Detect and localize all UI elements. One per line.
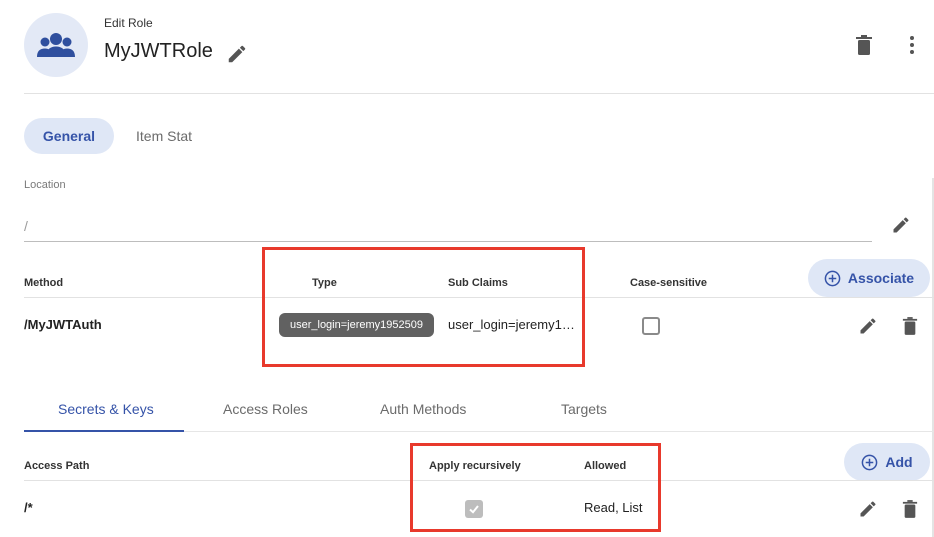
tab-item-stat[interactable]: Item Stat [136,128,192,144]
method-cell: /MyJWTAuth [24,317,102,332]
tab-access-roles[interactable]: Access Roles [223,401,308,417]
pencil-icon[interactable] [226,43,248,65]
trash-icon[interactable] [902,317,918,335]
active-tab-indicator [24,430,184,432]
tab-secrets-keys[interactable]: Secrets & Keys [58,401,154,417]
pencil-icon[interactable] [858,316,878,336]
highlight-box-recursive-allowed [410,443,661,532]
add-button[interactable]: Add [844,443,930,481]
column-header-access-path: Access Path [24,460,90,472]
plus-circle-icon [862,454,878,470]
location-underline [24,241,872,242]
edit-role-label: Edit Role [104,16,153,30]
tab-targets[interactable]: Targets [561,401,607,417]
column-header-case-sensitive: Case-sensitive [630,277,708,289]
role-avatar [24,13,88,77]
users-group-icon [37,33,75,57]
pencil-icon[interactable] [858,499,878,519]
tab-general[interactable]: General [24,118,114,154]
plus-circle-icon [824,270,841,286]
add-label: Add [885,454,913,470]
column-header-method: Method [24,277,64,289]
location-label: Location [24,179,66,191]
associate-button[interactable]: Associate [808,259,930,297]
associate-label: Associate [847,270,915,286]
access-path-cell: /* [24,500,33,515]
highlight-box-type-subclaims [262,247,585,367]
location-value: / [24,218,28,234]
tab-auth-methods[interactable]: Auth Methods [380,401,466,417]
pencil-icon[interactable] [891,215,911,235]
trash-icon[interactable] [902,500,918,518]
trash-icon[interactable] [855,35,873,55]
page-title: MyJWTRole [104,40,213,62]
header-divider [24,93,934,94]
case-sensitive-checkbox[interactable] [642,317,660,335]
more-vert-icon[interactable] [903,35,921,55]
